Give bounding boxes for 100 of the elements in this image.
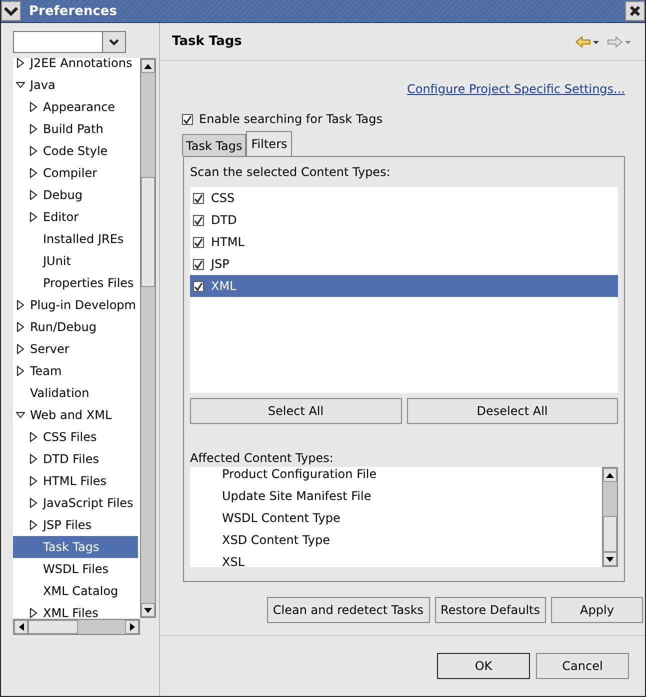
collapsed-triangle-icon[interactable] [16,300,25,310]
tree-item[interactable]: Plug-in Developm [13,294,138,316]
tree-item[interactable]: HTML Files [13,470,138,492]
checkbox-icon[interactable] [193,258,204,270]
tree-item[interactable]: XML Catalog [13,580,138,602]
checkbox-icon[interactable] [193,280,204,292]
checkbox-icon[interactable] [193,236,204,248]
scroll-thumb[interactable] [28,620,78,634]
list-item[interactable]: HTML [190,231,618,253]
arrow-icon [144,64,152,68]
arrow-icon [606,556,614,562]
scroll-up-button[interactable] [603,468,617,482]
forward-arrow-icon [607,36,631,48]
forward-button[interactable] [607,36,631,48]
collapsed-triangle-icon[interactable] [29,432,38,442]
scrollbar[interactable] [602,467,618,567]
list-item[interactable]: Update Site Manifest File [222,485,372,507]
tree-item[interactable]: J2EE Annotations [13,58,138,74]
list-item[interactable]: JSP [190,253,618,275]
button[interactable]: Restore Defaults [434,597,546,623]
list-item[interactable]: XML [190,275,618,297]
tree-item[interactable]: Run/Debug [13,316,138,338]
tree-item[interactable]: DTD Files [13,448,138,470]
collapsed-triangle-icon[interactable] [29,498,38,508]
scroll-right-button[interactable] [125,620,139,634]
tree-item[interactable]: Installed JREs [13,228,138,250]
checkbox-icon[interactable] [182,114,193,124]
close-button[interactable] [625,1,645,21]
tree-item[interactable]: Appearance [13,96,138,118]
list-item[interactable]: DTD [190,209,618,231]
tree-item[interactable]: Build Path [13,118,138,140]
arrow-icon [130,623,134,631]
list-item[interactable]: CSS [190,187,618,209]
arrow-icon [18,623,24,631]
back-button[interactable] [575,36,599,48]
collapsed-triangle-icon[interactable] [29,212,38,222]
scroll-left-button[interactable] [14,620,28,634]
collapsed-triangle-icon[interactable] [16,344,25,354]
chevron-icon [4,6,18,16]
button[interactable]: Apply [551,597,643,623]
checkbox-icon[interactable] [193,192,204,204]
expanded-triangle-icon[interactable] [16,410,25,420]
collapsed-triangle-icon[interactable] [29,454,38,464]
tree-item[interactable]: Team [13,360,138,382]
window-menu-button[interactable] [1,1,21,21]
tab[interactable]: Task Tags [182,134,246,156]
configure-settings-link[interactable]: Configure Project Specific Settings... [406,82,625,96]
button[interactable]: Cancel [536,653,629,679]
scroll-up-button[interactable] [141,59,155,73]
button[interactable]: Select All [190,398,402,424]
window-title: Preferences [29,4,117,18]
tree-item[interactable]: JSP Files [13,514,138,536]
tree-item[interactable]: Validation [13,382,138,404]
collapsed-triangle-icon[interactable] [16,58,25,68]
tree-item[interactable]: WSDL Files [13,558,138,580]
tree-item[interactable]: JUnit [13,250,138,272]
tree-item[interactable]: Web and XML [13,404,138,426]
tree-item[interactable]: Java [13,74,138,96]
tree-item[interactable]: Task Tags [13,536,138,558]
tree-item[interactable]: Editor [13,206,138,228]
tree-item[interactable]: Server [13,338,138,360]
section-label: Affected Content Types: [190,451,334,467]
collapsed-triangle-icon[interactable] [29,102,38,112]
collapsed-triangle-icon[interactable] [29,124,38,134]
page-title: Task Tags [172,34,242,49]
expanded-triangle-icon[interactable] [16,80,25,90]
tree-item[interactable]: Code Style [13,140,138,162]
tree-item[interactable]: Properties Files [13,272,138,294]
collapsed-triangle-icon[interactable] [29,476,38,486]
tab[interactable]: Filters [246,131,292,156]
scroll-thumb[interactable] [603,516,617,552]
collapsed-triangle-icon[interactable] [29,520,38,530]
scroll-down-button[interactable] [603,552,617,566]
button[interactable]: Clean and redetect Tasks [266,597,430,623]
collapsed-triangle-icon[interactable] [16,366,25,376]
scrollbar[interactable] [140,58,156,618]
collapsed-triangle-icon[interactable] [29,608,38,618]
horizontal-scrollbar[interactable] [13,619,140,635]
section-label: Scan the selected Content Types: [190,165,392,181]
checkbox-icon[interactable] [193,214,204,226]
collapsed-triangle-icon[interactable] [29,190,38,200]
tree-item[interactable]: XML Files [13,602,138,618]
tree-item[interactable]: Compiler [13,162,138,184]
scroll-down-button[interactable] [141,603,155,617]
list-item[interactable]: WSDL Content Type [222,507,340,529]
dropdown-button[interactable] [102,32,125,52]
collapsed-triangle-icon[interactable] [29,146,38,156]
collapsed-triangle-icon[interactable] [29,168,38,178]
list-item[interactable]: Product Configuration File [222,467,377,485]
collapsed-triangle-icon[interactable] [16,322,25,332]
list-item[interactable]: XSD Content Type [222,529,330,551]
tree-item[interactable]: CSS Files [13,426,138,448]
button[interactable]: OK [437,653,530,679]
chevron-icon [109,38,119,46]
tree-item[interactable]: JavaScript Files [13,492,138,514]
list-item[interactable]: XSL [222,551,245,567]
tree-item[interactable]: Debug [13,184,138,206]
filter-field[interactable] [13,31,126,53]
scroll-thumb[interactable] [141,177,155,287]
button[interactable]: Deselect All [406,398,618,424]
